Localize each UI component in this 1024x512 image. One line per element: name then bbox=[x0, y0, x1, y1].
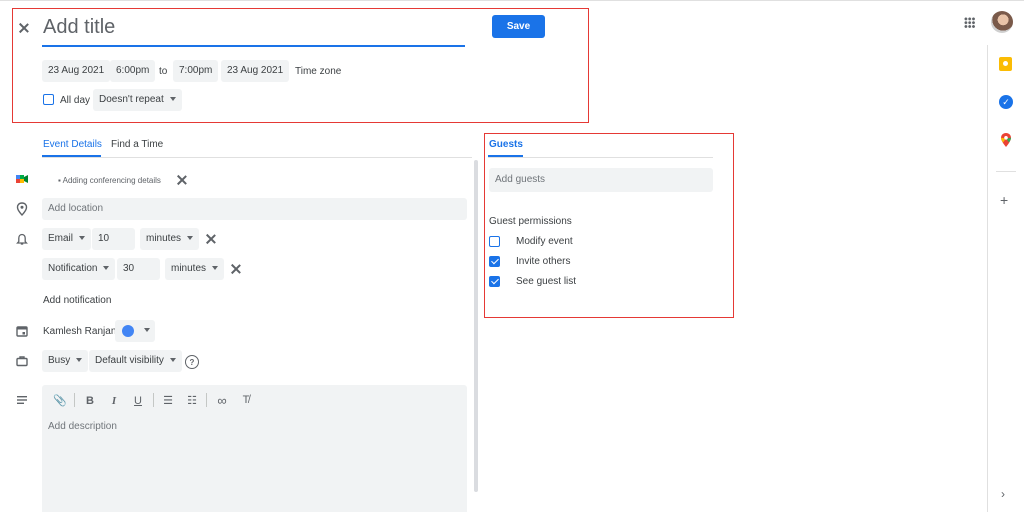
guests-tab-divider bbox=[488, 157, 713, 158]
avatar[interactable] bbox=[991, 11, 1013, 33]
description-icon bbox=[15, 393, 29, 407]
rail-divider bbox=[996, 171, 1016, 172]
notification2-unit-select[interactable]: minutes bbox=[165, 258, 225, 280]
close-icon[interactable] bbox=[17, 21, 31, 35]
attachment-icon[interactable]: 📎 bbox=[53, 394, 67, 407]
repeat-select[interactable]: Doesn't repeat bbox=[93, 89, 182, 111]
save-button[interactable]: Save bbox=[492, 15, 545, 38]
location-pin-icon bbox=[15, 202, 29, 216]
allday-label: All day bbox=[60, 95, 91, 106]
modify-event-checkbox[interactable] bbox=[489, 236, 500, 247]
toolbar-divider-2 bbox=[153, 393, 154, 407]
guest-permissions-title: Guest permissions bbox=[489, 216, 572, 227]
invite-others-checkbox[interactable] bbox=[489, 256, 500, 267]
tab-find-time[interactable]: Find a Time bbox=[111, 139, 163, 150]
end-time-select[interactable]: 7:00pm bbox=[173, 60, 219, 82]
add-notification-button[interactable]: Add notification bbox=[43, 295, 111, 306]
invite-others-label: Invite others bbox=[516, 256, 571, 267]
toolbar-divider-1 bbox=[74, 393, 75, 407]
apps-grid-icon[interactable] bbox=[964, 17, 975, 28]
keep-icon[interactable] bbox=[999, 57, 1012, 71]
notification1-value-input[interactable]: 10 bbox=[92, 228, 135, 250]
tabs-divider bbox=[42, 157, 472, 158]
remove-conferencing-icon[interactable] bbox=[175, 173, 189, 187]
visibility-select[interactable]: Default visibility bbox=[89, 350, 182, 372]
meet-icon bbox=[15, 172, 29, 186]
add-guests-input[interactable]: Add guests bbox=[489, 168, 713, 192]
details-scrollbar[interactable] bbox=[474, 160, 478, 492]
link-icon[interactable]: ∞ bbox=[215, 393, 229, 408]
notification2-value-input[interactable]: 30 bbox=[117, 258, 160, 280]
calendar-color-dot bbox=[122, 325, 134, 337]
calendar-color-select[interactable] bbox=[115, 320, 155, 342]
underline-icon[interactable]: U bbox=[131, 395, 145, 407]
calendar-icon bbox=[15, 324, 29, 338]
italic-icon[interactable]: I bbox=[107, 395, 121, 407]
briefcase-icon bbox=[15, 354, 29, 368]
timezone-button[interactable]: Time zone bbox=[295, 66, 341, 77]
to-label: to bbox=[159, 66, 168, 77]
add-addon-icon[interactable]: + bbox=[1000, 193, 1008, 207]
numbered-list-icon[interactable]: ☰ bbox=[161, 394, 175, 407]
conferencing-status: ▪ Adding conferencing details bbox=[58, 176, 161, 185]
remove-notification2-icon[interactable] bbox=[229, 262, 243, 276]
expand-panel-icon[interactable]: › bbox=[1001, 487, 1005, 501]
description-placeholder: Add description bbox=[48, 421, 117, 432]
bell-icon bbox=[15, 232, 29, 246]
notification1-unit-select[interactable]: minutes bbox=[140, 228, 200, 250]
top-divider bbox=[0, 0, 1024, 1]
busy-select[interactable]: Busy bbox=[42, 350, 89, 372]
notification1-type-select[interactable]: Email bbox=[42, 228, 92, 250]
bulleted-list-icon[interactable]: ☷ bbox=[185, 394, 199, 407]
side-panel-divider bbox=[987, 45, 988, 512]
description-editor[interactable] bbox=[42, 385, 467, 512]
maps-icon[interactable] bbox=[999, 132, 1013, 148]
conferencing-text: Adding conferencing details bbox=[62, 176, 161, 185]
notification2-type-select[interactable]: Notification bbox=[42, 258, 116, 280]
start-time-select[interactable]: 6:00pm bbox=[110, 60, 156, 82]
toolbar-divider-3 bbox=[206, 393, 207, 407]
remove-notification1-icon[interactable] bbox=[204, 232, 218, 246]
location-input[interactable]: Add location bbox=[42, 198, 467, 220]
title-input[interactable]: Add title bbox=[43, 16, 115, 39]
tab-guests[interactable]: Guests bbox=[489, 139, 523, 150]
title-underline bbox=[42, 45, 465, 47]
clear-formatting-icon[interactable]: T̸ bbox=[239, 394, 253, 406]
see-guest-list-checkbox[interactable] bbox=[489, 276, 500, 287]
help-icon[interactable]: ? bbox=[185, 355, 199, 369]
tasks-icon[interactable]: ✓ bbox=[999, 95, 1013, 109]
start-date-select[interactable]: 23 Aug 2021 bbox=[42, 60, 111, 82]
bold-icon[interactable]: B bbox=[83, 395, 97, 407]
calendar-owner: Kamlesh Ranjan bbox=[43, 326, 117, 337]
allday-checkbox[interactable] bbox=[43, 94, 54, 105]
see-guest-list-label: See guest list bbox=[516, 276, 577, 287]
end-date-select[interactable]: 23 Aug 2021 bbox=[221, 60, 290, 82]
modify-event-label: Modify event bbox=[516, 236, 573, 247]
tab-event-details[interactable]: Event Details bbox=[43, 139, 102, 150]
